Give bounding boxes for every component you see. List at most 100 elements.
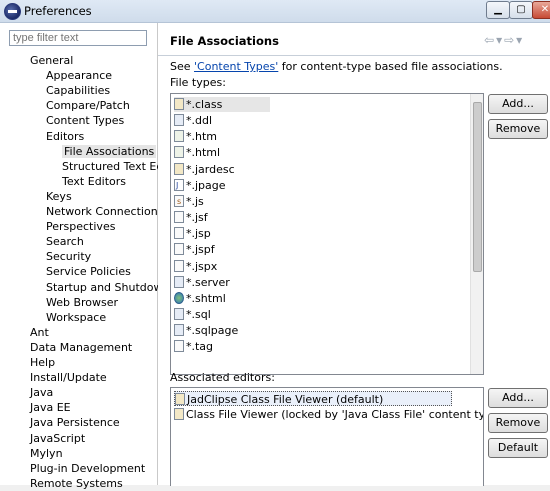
- file-type-row[interactable]: *.ddl: [174, 113, 212, 128]
- file-icon: [174, 227, 184, 240]
- maximize-button[interactable]: ▢: [509, 1, 533, 19]
- title-divider: [158, 55, 550, 56]
- dropdown-icon[interactable]: ▾: [496, 33, 504, 47]
- html-file-icon: [174, 146, 184, 159]
- editor-label: Class File Viewer (locked by 'Java Class…: [186, 408, 484, 421]
- file-type-row[interactable]: *.jsf: [174, 210, 208, 225]
- file-type-row[interactable]: *.sql: [174, 307, 211, 322]
- file-type-row[interactable]: *.htm: [174, 129, 217, 144]
- tree-item[interactable]: Help: [30, 355, 55, 370]
- history-nav[interactable]: ⇦▾⇨▾: [484, 33, 524, 47]
- file-type-row[interactable]: *.jspf: [174, 242, 215, 257]
- tree-item[interactable]: Capabilities: [46, 83, 110, 98]
- file-type-row[interactable]: *.class: [174, 97, 270, 112]
- file-type-row[interactable]: *.jspx: [174, 259, 217, 274]
- tree-item[interactable]: Perspectives: [46, 219, 115, 234]
- tree-item[interactable]: File Associations: [62, 144, 157, 159]
- tree-item-label: Data Management: [30, 340, 133, 354]
- file-type-row[interactable]: *.server: [174, 275, 230, 290]
- file-type-row[interactable]: *.jardesc: [174, 162, 235, 177]
- file-types-list[interactable]: *.class *.ddl *.htm *.html *.jardesc *.jpage *…: [170, 93, 484, 375]
- tree-item[interactable]: Install/Update: [30, 370, 107, 385]
- minimize-button[interactable]: ▁: [486, 1, 510, 19]
- file-types-scrollbar[interactable]: [470, 94, 483, 374]
- tree-item[interactable]: Java: [30, 385, 53, 400]
- file-icon: [174, 259, 184, 272]
- tree-item[interactable]: Security: [46, 249, 91, 264]
- eclipse-icon: [4, 3, 21, 20]
- close-button[interactable]: ✕: [532, 1, 550, 19]
- tree-item[interactable]: General: [30, 53, 73, 68]
- jar-file-icon: [174, 162, 184, 175]
- tree-item-label: Perspectives: [46, 220, 116, 234]
- tree-item-label: Java EE: [30, 401, 71, 415]
- tree-item[interactable]: Service Policies: [46, 264, 131, 279]
- tree-item-label: Java: [30, 386, 54, 400]
- tree-item[interactable]: Compare/Patch: [46, 98, 130, 113]
- remove-editor-button[interactable]: Remove: [488, 413, 548, 433]
- dropdown-icon[interactable]: ▾: [516, 33, 524, 47]
- tree-item-label: Appearance: [46, 69, 113, 83]
- file-type-row[interactable]: *.sqlpage: [174, 323, 238, 338]
- tree-item[interactable]: Workspace: [46, 310, 106, 325]
- editor-row[interactable]: Class File Viewer (locked by 'Java Class…: [174, 407, 484, 422]
- file-type-row[interactable]: *.js: [174, 194, 204, 209]
- file-type-label: *.js: [186, 194, 204, 208]
- associated-editors-list[interactable]: JadClipse Class File Viewer (default) Cla…: [170, 387, 484, 486]
- tree-item[interactable]: Mylyn: [30, 446, 63, 461]
- tree-item[interactable]: Ant: [30, 325, 49, 340]
- class-viewer-icon: [174, 408, 184, 420]
- remove-file-type-button[interactable]: Remove: [488, 119, 548, 139]
- globe-icon: [174, 291, 184, 304]
- file-type-label: *.tag: [186, 340, 214, 354]
- tree-item[interactable]: Startup and Shutdown: [46, 280, 169, 295]
- tree-item-label: Service Policies: [46, 265, 131, 279]
- maximize-icon: ▢: [516, 4, 526, 15]
- minimize-icon: ▁: [494, 4, 502, 15]
- tree-item[interactable]: Search: [46, 234, 84, 249]
- file-type-label: *.sql: [186, 307, 211, 321]
- tree-item[interactable]: Editors: [46, 129, 84, 144]
- file-type-label: *.jsf: [186, 211, 208, 225]
- default-editor-button[interactable]: Default: [488, 438, 548, 458]
- tree-item-label: Install/Update: [30, 371, 107, 385]
- editor-row[interactable]: JadClipse Class File Viewer (default): [174, 391, 452, 406]
- add-editor-button[interactable]: Add...: [488, 388, 548, 408]
- tree-item[interactable]: Java Persistence: [30, 415, 120, 430]
- tree-item-label: Remote Systems: [30, 476, 123, 490]
- tree-item[interactable]: JavaScript: [30, 431, 85, 446]
- file-type-label: *.html: [186, 146, 221, 160]
- add-file-type-button[interactable]: Add...: [488, 94, 548, 114]
- file-type-row[interactable]: *.shtml: [174, 291, 226, 306]
- forward-arrow-icon[interactable]: ⇨: [504, 33, 516, 47]
- file-type-row[interactable]: *.jpage: [174, 178, 226, 193]
- tree-item-label: Search: [46, 235, 84, 249]
- tree-item[interactable]: Network Connections: [46, 204, 163, 219]
- title-bar: Preferences ▁ ▢ ✕: [0, 0, 550, 23]
- tree-item-label: Startup and Shutdown: [46, 280, 170, 294]
- back-arrow-icon[interactable]: ⇦: [484, 33, 496, 47]
- tree-item[interactable]: Remote Systems: [30, 476, 123, 491]
- file-type-row[interactable]: *.tag: [174, 339, 213, 354]
- tree-item-label: Java Persistence: [30, 416, 120, 430]
- tree-item[interactable]: Web Browser: [46, 295, 118, 310]
- tree-item[interactable]: Keys: [46, 189, 72, 204]
- associated-editors-label: Associated editors:: [170, 371, 275, 384]
- page-title: File Associations: [170, 34, 279, 48]
- content-types-link[interactable]: 'Content Types': [194, 60, 278, 73]
- tree-item[interactable]: Structured Text Edit: [62, 159, 171, 174]
- tree-item[interactable]: Data Management: [30, 340, 132, 355]
- scroll-thumb[interactable]: [473, 102, 482, 272]
- filter-input[interactable]: [9, 30, 147, 46]
- tree-item-label: Ant: [30, 325, 49, 339]
- tree-item-label: Plug-in Development: [30, 461, 146, 475]
- file-type-row[interactable]: *.html: [174, 145, 220, 160]
- tree-item[interactable]: Text Editors: [62, 174, 126, 189]
- tree-item[interactable]: Java EE: [30, 400, 71, 415]
- tree-item[interactable]: Content Types: [46, 113, 124, 128]
- class-file-icon: [174, 98, 184, 110]
- tree-item[interactable]: Appearance: [46, 68, 112, 83]
- tree-item[interactable]: Plug-in Development: [30, 461, 145, 476]
- file-type-row[interactable]: *.jsp: [174, 226, 211, 241]
- tree-item-label: Text Editors: [62, 174, 127, 188]
